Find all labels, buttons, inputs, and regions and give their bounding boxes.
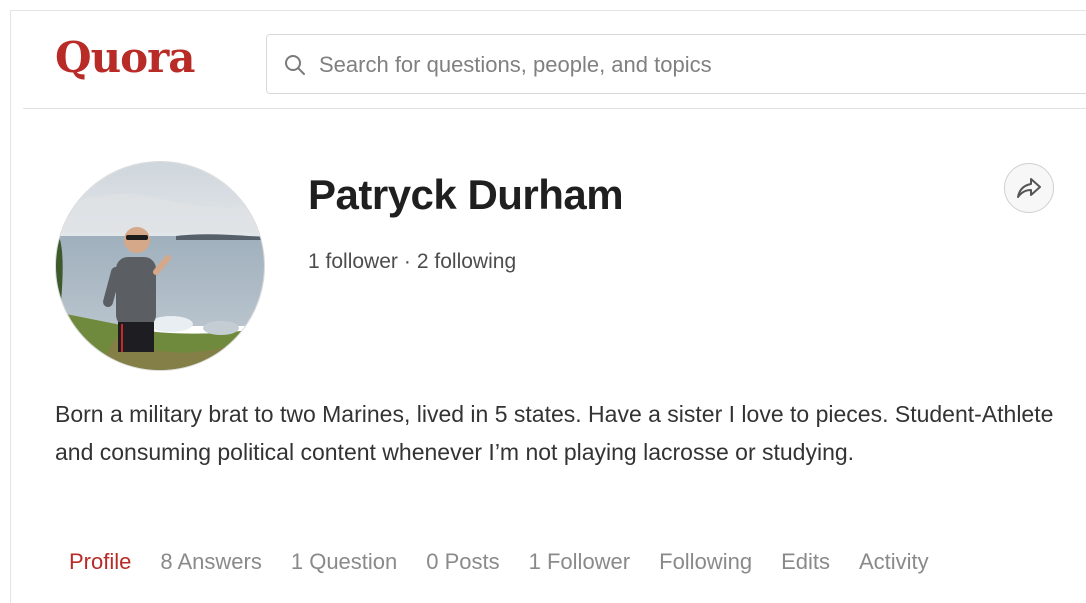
tab-activity[interactable]: Activity [859, 547, 929, 577]
tab-answers[interactable]: 8 Answers [160, 547, 262, 577]
share-button[interactable] [1004, 163, 1054, 213]
page-frame: Quora Search for questions, people, and … [10, 10, 1086, 603]
stats-separator: · [403, 250, 411, 273]
profile-photo [56, 162, 264, 370]
share-icon [1017, 178, 1041, 198]
follow-stats: 1 follower · 2 following [308, 250, 516, 274]
profile-tabs: Profile 8 Answers 1 Question 0 Posts 1 F… [69, 547, 958, 577]
profile-name: Patryck Durham [308, 171, 624, 218]
tab-followers[interactable]: 1 Follower [529, 547, 630, 577]
tab-edits[interactable]: Edits [781, 547, 830, 577]
profile-bio: Born a military brat to two Marines, liv… [55, 401, 1054, 465]
avatar[interactable] [55, 161, 265, 371]
search-bar[interactable] [266, 34, 1086, 94]
tab-profile[interactable]: Profile [69, 547, 131, 577]
tab-following[interactable]: Following [659, 547, 752, 577]
tab-questions[interactable]: 1 Question [291, 547, 397, 577]
followers-count[interactable]: 1 follower [308, 250, 398, 273]
search-input[interactable] [317, 45, 1081, 85]
tab-posts[interactable]: 0 Posts [426, 547, 499, 577]
quora-logo[interactable]: Quora [55, 37, 195, 79]
top-header: Quora [23, 11, 1086, 109]
following-count[interactable]: 2 following [417, 250, 516, 273]
search-icon [285, 55, 305, 75]
